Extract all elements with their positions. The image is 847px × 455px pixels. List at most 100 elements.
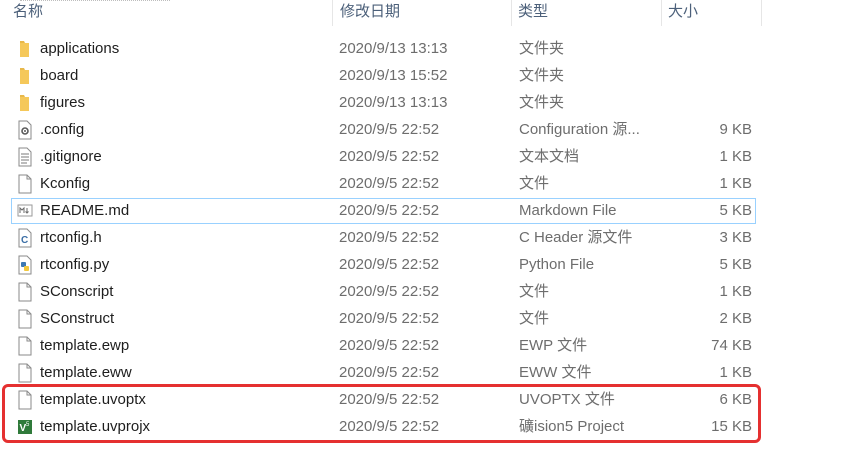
file-name: rtconfig.py	[40, 256, 110, 273]
file-name: .config	[40, 121, 85, 138]
file-type: 礦ision5 Project	[519, 418, 625, 435]
file-date: 2020/9/13 13:13	[339, 94, 448, 111]
c-header-file-icon: C	[17, 226, 33, 250]
file-type: EWW 文件	[519, 364, 592, 381]
file-row[interactable]: .gitignore 2020/9/5 22:52 文本文档 1 KB	[11, 144, 756, 170]
file-type: Markdown File	[519, 202, 617, 219]
file-size: 5 KB	[719, 202, 752, 219]
file-name: Kconfig	[40, 175, 91, 192]
file-date: 2020/9/5 22:52	[339, 418, 440, 435]
file-row[interactable]: Kconfig 2020/9/5 22:52 文件 1 KB	[11, 171, 756, 197]
file-type: 文件	[519, 283, 550, 300]
keil-uvision-icon: V5	[17, 415, 33, 439]
file-date: 2020/9/5 22:52	[339, 229, 440, 246]
file-date: 2020/9/5 22:52	[339, 256, 440, 273]
file-size	[662, 37, 752, 61]
file-type: 文件	[519, 310, 550, 327]
file-name: applications	[40, 40, 120, 57]
file-type: 文件夹	[519, 67, 565, 84]
file-name: template.ewp	[40, 337, 130, 354]
python-file-icon	[17, 253, 33, 277]
file-row[interactable]: V5 template.uvprojx 2020/9/5 22:52 礦isio…	[11, 414, 756, 440]
file-date: 2020/9/5 22:52	[339, 337, 440, 354]
file-type: Python File	[519, 256, 595, 273]
folder-icon	[17, 37, 33, 61]
column-header-name[interactable]: 名称	[13, 0, 43, 26]
file-type: UVOPTX 文件	[519, 391, 615, 408]
file-date: 2020/9/13 15:52	[339, 67, 448, 84]
file-size: 9 KB	[719, 121, 752, 138]
file-date: 2020/9/5 22:52	[339, 148, 440, 165]
config-file-icon	[17, 118, 33, 142]
file-type: 文本文档	[519, 148, 580, 165]
file-date: 2020/9/5 22:52	[339, 391, 440, 408]
file-date: 2020/9/5 22:52	[339, 364, 440, 381]
blank-file-icon	[17, 280, 33, 304]
file-name: figures	[40, 94, 86, 111]
blank-file-icon	[17, 334, 33, 358]
file-name: template.uvprojx	[40, 418, 151, 435]
file-size: 15 KB	[711, 418, 752, 435]
file-name: README.md	[40, 202, 130, 219]
file-size	[662, 91, 752, 115]
blank-file-icon	[17, 307, 33, 331]
file-type: 文件夹	[519, 94, 565, 111]
column-header-type[interactable]: 类型	[518, 0, 548, 26]
file-type: C Header 源文件	[519, 229, 633, 246]
file-size: 74 KB	[711, 337, 752, 354]
file-type: Configuration 源...	[519, 121, 640, 138]
blank-file-icon	[17, 361, 33, 385]
file-name: board	[40, 67, 79, 84]
column-divider[interactable]	[661, 0, 662, 26]
file-size: 1 KB	[719, 175, 752, 192]
file-size: 5 KB	[719, 256, 752, 273]
file-name: SConstruct	[40, 310, 115, 327]
markdown-file-icon	[17, 199, 33, 223]
folder-icon	[17, 91, 33, 115]
file-type: 文件	[519, 175, 550, 192]
file-name: template.eww	[40, 364, 132, 381]
file-date: 2020/9/5 22:52	[339, 283, 440, 300]
file-row[interactable]: board 2020/9/13 15:52 文件夹	[11, 63, 756, 89]
file-row[interactable]: SConstruct 2020/9/5 22:52 文件 2 KB	[11, 306, 756, 332]
file-row[interactable]: C rtconfig.h 2020/9/5 22:52 C Header 源文件…	[11, 225, 756, 251]
file-row[interactable]: template.uvoptx 2020/9/5 22:52 UVOPTX 文件…	[11, 387, 756, 413]
file-row[interactable]: template.ewp 2020/9/5 22:52 EWP 文件 74 KB	[11, 333, 756, 359]
file-size: 2 KB	[719, 310, 752, 327]
file-name: rtconfig.h	[40, 229, 102, 246]
column-divider[interactable]	[332, 0, 333, 26]
file-type: EWP 文件	[519, 337, 588, 354]
file-size: 1 KB	[719, 283, 752, 300]
file-row-selected[interactable]: README.md 2020/9/5 22:52 Markdown File 5…	[11, 198, 756, 224]
file-size: 6 KB	[719, 391, 752, 408]
file-row[interactable]: rtconfig.py 2020/9/5 22:52 Python File 5…	[11, 252, 756, 278]
column-divider[interactable]	[761, 0, 762, 26]
file-row[interactable]: applications 2020/9/13 13:13 文件夹	[11, 36, 756, 62]
file-date: 2020/9/5 22:52	[339, 310, 440, 327]
file-date: 2020/9/5 22:52	[339, 175, 440, 192]
column-header-date[interactable]: 修改日期	[340, 0, 400, 26]
file-date: 2020/9/5 22:52	[339, 121, 440, 138]
text-file-icon	[17, 145, 33, 169]
file-row[interactable]: template.eww 2020/9/5 22:52 EWW 文件 1 KB	[11, 360, 756, 386]
column-header: 名称 修改日期 类型 大小	[0, 0, 847, 26]
blank-file-icon	[17, 388, 33, 412]
file-type: 文件夹	[519, 40, 565, 57]
blank-file-icon	[17, 172, 33, 196]
file-row[interactable]: .config 2020/9/5 22:52 Configuration 源..…	[11, 117, 756, 143]
file-name: .gitignore	[40, 148, 102, 165]
column-header-size[interactable]: 大小	[668, 0, 698, 26]
file-size	[662, 64, 752, 88]
file-size: 1 KB	[719, 148, 752, 165]
file-name: SConscript	[40, 283, 114, 300]
file-size: 3 KB	[719, 229, 752, 246]
column-divider[interactable]	[511, 0, 512, 26]
file-size: 1 KB	[719, 364, 752, 381]
svg-text:C: C	[21, 235, 28, 246]
file-name: template.uvoptx	[40, 391, 146, 408]
folder-icon	[17, 64, 33, 88]
file-date: 2020/9/13 13:13	[339, 40, 448, 57]
file-date: 2020/9/5 22:52	[339, 202, 440, 219]
file-row[interactable]: figures 2020/9/13 13:13 文件夹	[11, 90, 756, 116]
file-row[interactable]: SConscript 2020/9/5 22:52 文件 1 KB	[11, 279, 756, 305]
